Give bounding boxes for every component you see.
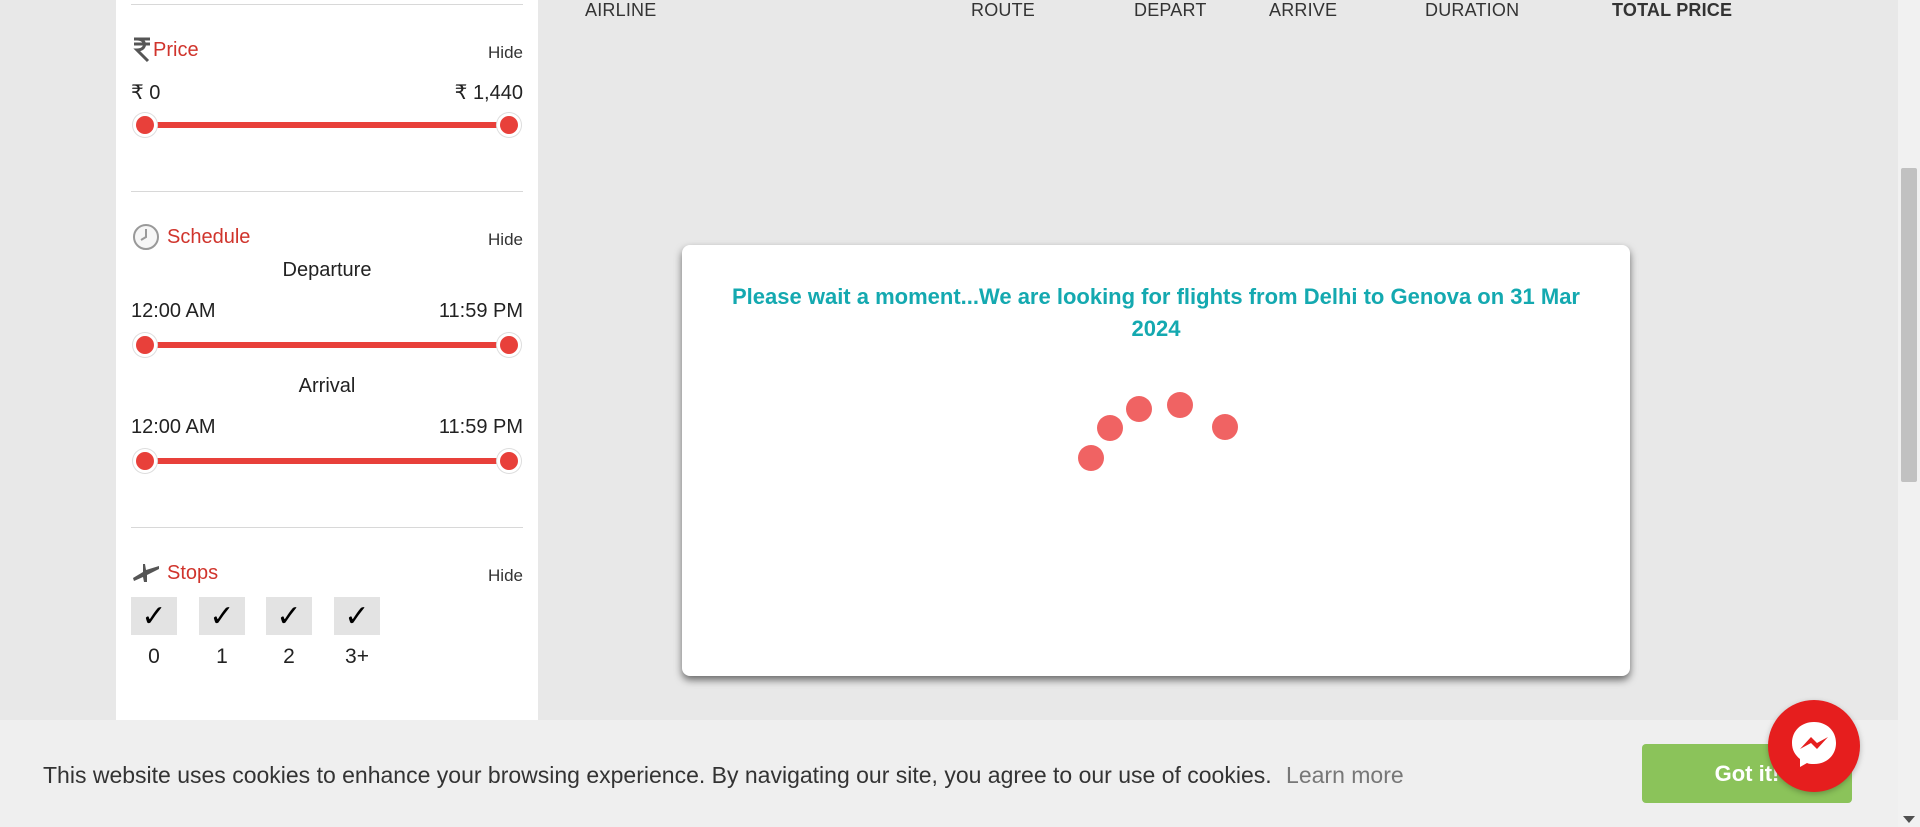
divider [131, 191, 523, 192]
arrival-range-labels: 12:00 AM 11:59 PM [131, 416, 523, 440]
departure-slider-min-handle[interactable] [133, 333, 157, 357]
cookie-banner: This website uses cookies to enhance you… [0, 720, 1898, 827]
col-header-depart[interactable]: DEPART [1134, 0, 1207, 21]
arrival-slider-max-handle[interactable] [497, 449, 521, 473]
schedule-filter-title: Schedule [167, 226, 251, 248]
col-header-arrive[interactable]: ARRIVE [1269, 0, 1337, 21]
departure-label: Departure [282, 259, 372, 281]
messenger-icon [1788, 718, 1840, 775]
stop-label-3: 3+ [345, 645, 369, 668]
departure-max-label: 11:59 PM [438, 300, 523, 322]
arrival-slider-min-handle[interactable] [133, 449, 157, 473]
price-filter-header: Price Hide [131, 35, 523, 65]
departure-slider-max-handle[interactable] [497, 333, 521, 357]
filters-sidebar: Price Hide ₹ 0 ₹ 1,440 Schedule Hide Dep… [116, 0, 538, 720]
loading-modal: Please wait a moment...We are looking fo… [682, 245, 1630, 676]
price-filter-title: Price [153, 39, 199, 61]
clock-icon [131, 222, 161, 252]
stop-label-2: 2 [283, 645, 295, 668]
stop-option-2[interactable]: ✓ 2 [266, 597, 312, 669]
stop-checkbox-0[interactable]: ✓ [131, 597, 177, 635]
col-header-airline[interactable]: AIRLINE [585, 0, 656, 21]
price-slider-min-handle[interactable] [133, 113, 157, 137]
spinner-dot [1097, 415, 1123, 441]
stop-option-0[interactable]: ✓ 0 [131, 597, 177, 669]
departure-slider[interactable] [131, 330, 523, 360]
spinner-dot [1167, 392, 1193, 418]
messenger-chat-button[interactable] [1768, 700, 1860, 792]
stops-filter-header: Stops Hide [131, 558, 523, 588]
departure-min-label: 12:00 AM [131, 300, 216, 322]
schedule-hide-link[interactable]: Hide [488, 230, 523, 250]
departure-slider-track [145, 342, 509, 348]
spinner-dot [1212, 414, 1238, 440]
divider [131, 4, 523, 5]
price-slider-track [145, 122, 509, 128]
cookie-message: This website uses cookies to enhance you… [43, 762, 1272, 788]
stop-checkbox-3[interactable]: ✓ [334, 597, 380, 635]
scrollbar-thumb[interactable] [1901, 168, 1917, 482]
price-slider-max-handle[interactable] [497, 113, 521, 137]
arrival-min-label: 12:00 AM [131, 416, 216, 438]
price-range-labels: ₹ 0 ₹ 1,440 [131, 80, 523, 104]
price-min-label: ₹ 0 [131, 82, 161, 104]
arrival-max-label: 11:59 PM [438, 416, 523, 438]
arrival-slider-track [145, 458, 509, 464]
scroll-down-arrow-icon[interactable] [1903, 816, 1915, 823]
stop-checkbox-2[interactable]: ✓ [266, 597, 312, 635]
page-scrollbar[interactable] [1898, 0, 1920, 827]
cookie-text: This website uses cookies to enhance you… [43, 762, 1404, 789]
price-max-label: ₹ 1,440 [454, 82, 523, 104]
schedule-filter-header: Schedule Hide [131, 222, 523, 252]
stops-options: ✓ 0 ✓ 1 ✓ 2 ✓ 3+ [131, 597, 523, 672]
price-slider[interactable] [131, 110, 523, 140]
arrival-label: Arrival [298, 375, 356, 397]
stops-hide-link[interactable]: Hide [488, 566, 523, 586]
price-hide-link[interactable]: Hide [488, 43, 523, 63]
stop-label-0: 0 [148, 645, 160, 668]
arrival-slider[interactable] [131, 446, 523, 476]
departure-range-labels: 12:00 AM 11:59 PM [131, 300, 523, 324]
spinner-dot [1126, 396, 1152, 422]
cookie-learn-more-link[interactable]: Learn more [1286, 762, 1404, 788]
col-header-duration[interactable]: DURATION [1425, 0, 1519, 21]
col-header-total-price[interactable]: TOTAL PRICE [1612, 0, 1732, 21]
stop-option-1[interactable]: ✓ 1 [199, 597, 245, 669]
plane-stops-icon [131, 558, 161, 588]
stops-filter-title: Stops [167, 562, 219, 584]
loading-message: Please wait a moment...We are looking fo… [732, 284, 1580, 341]
col-header-route[interactable]: ROUTE [971, 0, 1035, 21]
stop-checkbox-1[interactable]: ✓ [199, 597, 245, 635]
divider [131, 527, 523, 528]
spinner-dot [1078, 445, 1104, 471]
stop-label-1: 1 [216, 645, 228, 668]
stop-option-3[interactable]: ✓ 3+ [334, 597, 380, 669]
